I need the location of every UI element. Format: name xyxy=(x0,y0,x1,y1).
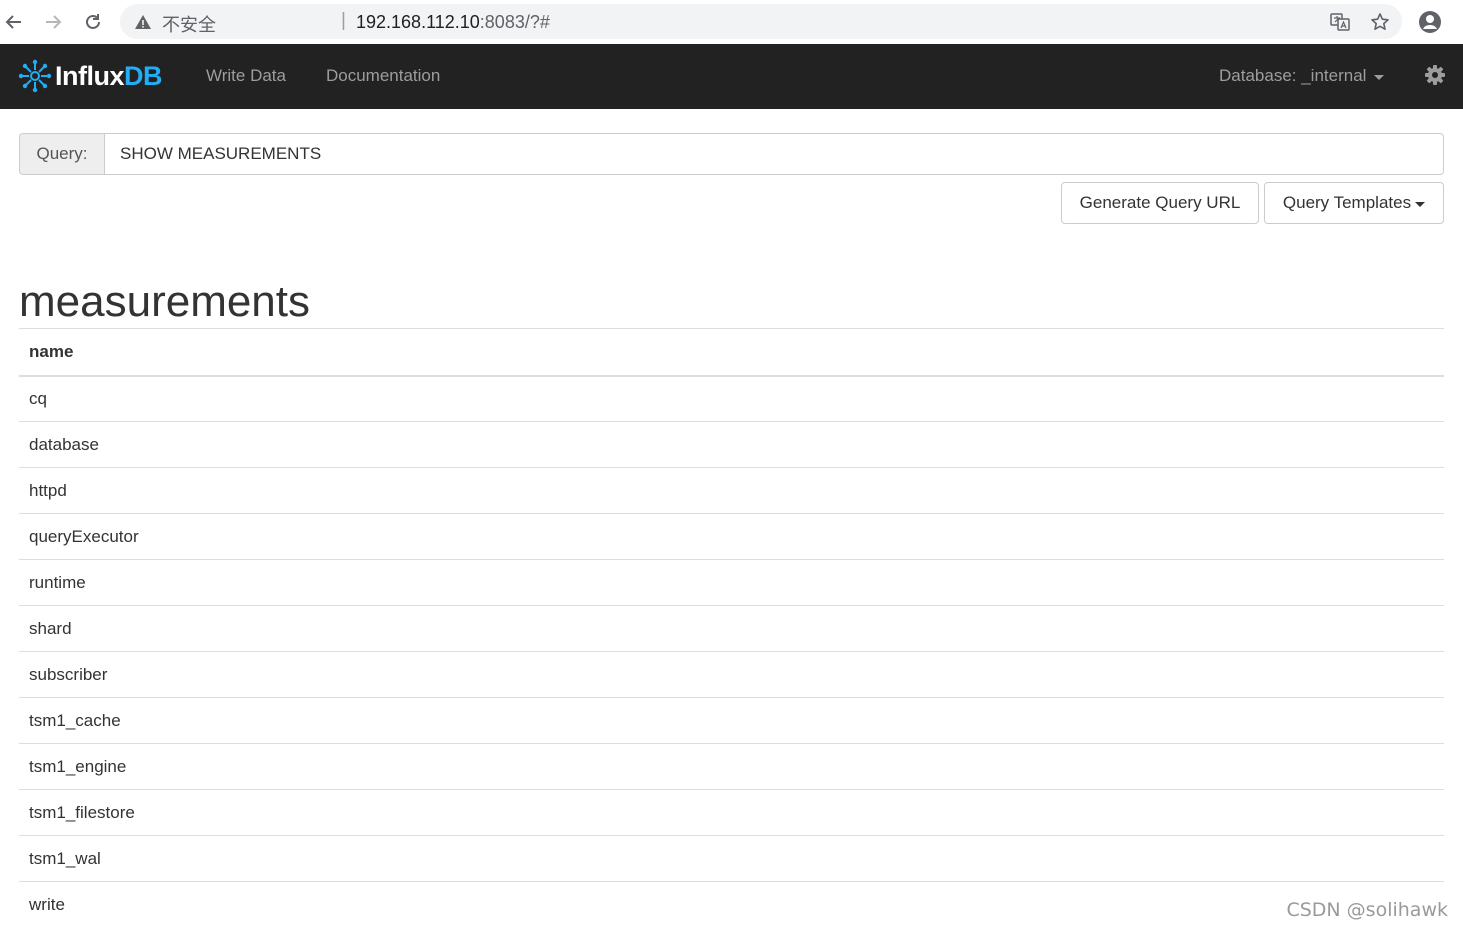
table-cell-name: database xyxy=(19,421,1444,468)
separator: | xyxy=(341,10,346,31)
address-bar[interactable]: 不安全 | 192.168.112.10:8083/?# xyxy=(120,4,1402,39)
arrow-right-icon xyxy=(46,15,62,29)
database-selector[interactable]: Database: _internal xyxy=(1219,66,1385,86)
query-templates-label: Query Templates xyxy=(1282,193,1412,212)
influxdb-logo-icon xyxy=(18,59,52,93)
back-button[interactable] xyxy=(0,8,28,36)
table-cell-name: subscriber xyxy=(19,651,1444,698)
watermark: CSDN @solihawk xyxy=(1286,899,1448,921)
nav-write-data[interactable]: Write Data xyxy=(206,66,286,86)
translate-button[interactable] xyxy=(1329,11,1351,33)
star-icon xyxy=(1371,13,1389,30)
database-label: Database: _internal xyxy=(1219,66,1367,85)
query-label: Query: xyxy=(19,133,104,175)
table-cell-name: tsm1_cache xyxy=(19,697,1444,744)
reload-button[interactable] xyxy=(79,8,107,36)
brand-logo[interactable]: InfluxDB xyxy=(18,58,163,94)
table-cell-name: queryExecutor xyxy=(19,513,1444,560)
url-path: :8083/?# xyxy=(479,12,550,32)
results-body: cq database httpd queryExecutor runtime shard… xyxy=(19,375,1444,928)
account-icon xyxy=(1419,11,1441,33)
table-row: tsm1_cache xyxy=(19,697,1444,744)
table-row: tsm1_wal xyxy=(19,835,1444,882)
caret-down-icon xyxy=(1415,201,1426,207)
table-row: subscriber xyxy=(19,651,1444,698)
table-cell-name: httpd xyxy=(19,467,1444,514)
brand-main: Influx xyxy=(55,60,125,91)
forward-button[interactable] xyxy=(39,8,67,36)
browser-toolbar: 不安全 | 192.168.112.10:8083/?# xyxy=(0,0,1463,44)
table-row: tsm1_engine xyxy=(19,743,1444,790)
table-cell-name: write xyxy=(19,881,1444,928)
reload-icon xyxy=(86,14,100,29)
table-header-row: name xyxy=(19,328,1444,377)
brand-name: InfluxDB xyxy=(55,60,163,92)
brand-accent: DB xyxy=(124,60,163,91)
table-cell-name: tsm1_engine xyxy=(19,743,1444,790)
query-input[interactable] xyxy=(104,133,1444,175)
profile-button[interactable] xyxy=(1416,8,1444,36)
table-row: shard xyxy=(19,605,1444,652)
warning-icon xyxy=(135,15,151,29)
nav-documentation[interactable]: Documentation xyxy=(326,66,440,86)
table-cell-name: runtime xyxy=(19,559,1444,606)
table-row: queryExecutor xyxy=(19,513,1444,560)
gear-icon xyxy=(1425,65,1445,85)
table-row: httpd xyxy=(19,467,1444,514)
table-row: database xyxy=(19,421,1444,468)
bookmark-button[interactable] xyxy=(1369,11,1391,33)
app-navbar: InfluxDB Write Data Documentation Databa… xyxy=(0,44,1463,109)
result-title: measurements xyxy=(19,277,311,326)
generate-query-url-button[interactable]: Generate Query URL xyxy=(1061,182,1259,224)
table-row: cq xyxy=(19,375,1444,422)
table-row: write xyxy=(19,881,1444,928)
column-header-name: name xyxy=(19,328,1444,377)
security-status[interactable]: 不安全 xyxy=(162,11,216,37)
translate-icon xyxy=(1330,13,1350,31)
settings-button[interactable] xyxy=(1424,64,1446,86)
caret-down-icon xyxy=(1374,74,1385,80)
table-cell-name: shard xyxy=(19,605,1444,652)
table-cell-name: tsm1_wal xyxy=(19,835,1444,882)
arrow-left-icon xyxy=(5,15,21,29)
results-table: name cq database httpd queryExecutor runtime… xyxy=(19,328,1444,928)
url-text[interactable]: 192.168.112.10:8083/?# xyxy=(356,12,550,33)
table-cell-name: tsm1_filestore xyxy=(19,789,1444,836)
query-templates-button[interactable]: Query Templates xyxy=(1264,182,1444,224)
url-host: 192.168.112.10 xyxy=(356,12,480,32)
query-form: Query: xyxy=(19,133,1444,175)
table-row: tsm1_filestore xyxy=(19,789,1444,836)
table-row: runtime xyxy=(19,559,1444,606)
table-cell-name: cq xyxy=(19,375,1444,422)
